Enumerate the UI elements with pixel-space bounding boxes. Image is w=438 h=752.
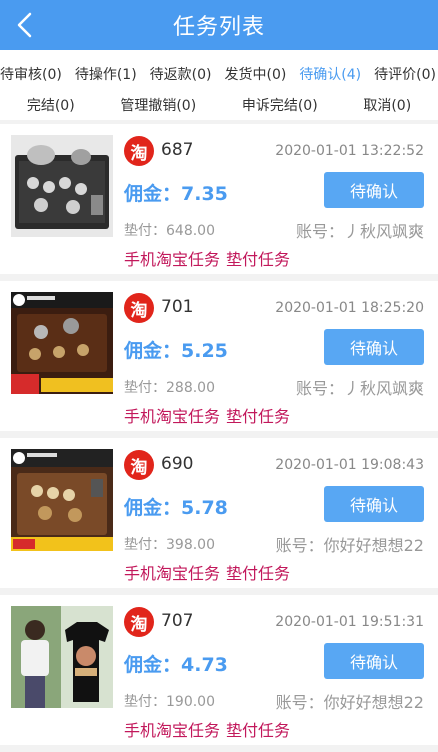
confirm-button[interactable]: 待确认	[324, 643, 424, 679]
product-image-tea-set-promo[interactable]	[11, 292, 113, 394]
order-time: 2020-01-01 19:51:31	[275, 614, 424, 630]
advance-amount: 垫付：288.00	[124, 380, 215, 396]
tag-advance-task: 垫付任务	[226, 407, 291, 426]
taobao-icon: 淘	[124, 450, 154, 480]
commission: 佣金：5.25	[124, 340, 228, 362]
task-tags: 手机淘宝任务 垫付任务	[124, 560, 290, 584]
task-tags: 手机淘宝任务 垫付任务	[124, 403, 290, 427]
order-list: 淘 687 2020-01-01 13:22:52 佣金：7.35 待确认 垫付…	[0, 124, 438, 745]
account-name: 账号：丿秋风飒爽	[295, 379, 424, 398]
confirm-button[interactable]: 待确认	[324, 329, 424, 365]
tab-cancelled[interactable]: 取消(0)	[363, 95, 411, 115]
product-image-tea-set[interactable]	[11, 135, 113, 237]
tab-pending-confirm[interactable]: 待确认(4)	[299, 64, 361, 84]
task-id: 690	[161, 454, 194, 474]
tag-advance-task: 垫付任务	[226, 564, 291, 583]
taobao-icon: 淘	[124, 293, 154, 323]
taobao-icon: 淘	[124, 136, 154, 166]
commission: 佣金：7.35	[124, 183, 228, 205]
tag-mobile-taobao: 手机淘宝任务	[124, 250, 221, 269]
tab-row-2: 完结(0) 管理撤销(0) 申诉完结(0) 取消(0)	[0, 89, 438, 120]
commission: 佣金：5.78	[124, 497, 228, 519]
tag-advance-task: 垫付任务	[226, 721, 291, 740]
order-time: 2020-01-01 18:25:20	[275, 300, 424, 316]
page-title: 任务列表	[172, 15, 265, 40]
tag-mobile-taobao: 手机淘宝任务	[124, 407, 221, 426]
tab-admin-revoked[interactable]: 管理撤销(0)	[120, 95, 196, 115]
product-image-tea-tray[interactable]	[11, 449, 113, 551]
order-card[interactable]: 淘 687 2020-01-01 13:22:52 佣金：7.35 待确认 垫付…	[0, 124, 438, 274]
tab-pending-review[interactable]: 待审核(0)	[0, 64, 62, 84]
order-card[interactable]: 淘 701 2020-01-01 18:25:20 佣金：5.25 待确认 垫付…	[0, 281, 438, 431]
task-tags: 手机淘宝任务 垫付任务	[124, 717, 290, 741]
task-id: 707	[161, 611, 194, 631]
taobao-icon: 淘	[124, 607, 154, 637]
advance-amount: 垫付：190.00	[124, 694, 215, 710]
order-time: 2020-01-01 13:22:52	[275, 143, 424, 159]
confirm-button[interactable]: 待确认	[324, 486, 424, 522]
chevron-left-icon	[17, 12, 32, 38]
product-image-tshirt[interactable]	[11, 606, 113, 708]
tab-row-1: 待审核(0) 待操作(1) 待返款(0) 发货中(0) 待确认(4) 待评价(0…	[0, 58, 438, 89]
commission: 佣金：4.73	[124, 654, 228, 676]
order-card[interactable]: 淘 690 2020-01-01 19:08:43 佣金：5.78 待确认 垫付…	[0, 438, 438, 588]
order-card[interactable]: 淘 707 2020-01-01 19:51:31 佣金：4.73 待确认 垫付…	[0, 595, 438, 745]
tag-mobile-taobao: 手机淘宝任务	[124, 721, 221, 740]
account-name: 账号：你好好想想22	[275, 693, 424, 712]
status-tabs: 待审核(0) 待操作(1) 待返款(0) 发货中(0) 待确认(4) 待评价(0…	[0, 50, 438, 120]
account-name: 账号：丿秋风飒爽	[295, 222, 424, 241]
confirm-button[interactable]: 待确认	[324, 172, 424, 208]
task-tags: 手机淘宝任务 垫付任务	[124, 246, 290, 270]
account-name: 账号：你好好想想22	[275, 536, 424, 555]
advance-amount: 垫付：648.00	[124, 223, 215, 239]
tab-pending-refund[interactable]: 待返款(0)	[150, 64, 212, 84]
tag-mobile-taobao: 手机淘宝任务	[124, 564, 221, 583]
order-time: 2020-01-01 19:08:43	[275, 457, 424, 473]
task-id: 701	[161, 297, 194, 317]
tab-pending-operation[interactable]: 待操作(1)	[75, 64, 137, 84]
tag-advance-task: 垫付任务	[226, 250, 291, 269]
tab-shipping[interactable]: 发货中(0)	[224, 64, 286, 84]
app-header: 任务列表	[0, 0, 438, 50]
task-id: 687	[161, 140, 194, 160]
tab-appeal-completed[interactable]: 申诉完结(0)	[242, 95, 318, 115]
advance-amount: 垫付：398.00	[124, 537, 215, 553]
tab-pending-evaluation[interactable]: 待评价(0)	[374, 64, 436, 84]
tab-completed[interactable]: 完结(0)	[27, 95, 75, 115]
back-button[interactable]	[8, 0, 42, 50]
